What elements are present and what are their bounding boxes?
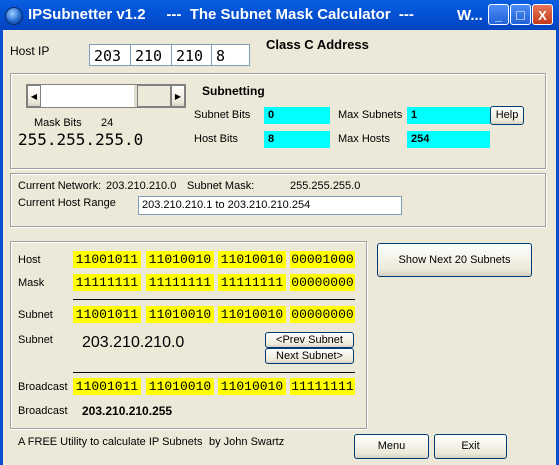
binary-broadcast-octet-1: 11001011 <box>73 378 141 395</box>
binary-host-octet-2: 11010010 <box>146 251 214 268</box>
window-title-truncated: W... <box>457 7 483 24</box>
help-button[interactable]: Help <box>490 106 524 125</box>
binary-subnet-label: Subnet <box>18 309 53 321</box>
footer-text: A FREE Utility to calculate IP Subnets <box>18 436 203 448</box>
menu-button[interactable]: Menu <box>354 434 429 459</box>
binary-mask-octet-2: 11111111 <box>146 274 214 291</box>
broadcast-decimal-label: Broadcast <box>18 405 68 417</box>
binary-subnet-octet-2: 11010010 <box>146 306 214 323</box>
exit-button[interactable]: Exit <box>434 434 507 459</box>
slider-left-arrow[interactable]: ◀ <box>27 85 41 107</box>
subnet-decimal-label: Subnet <box>18 334 53 346</box>
binary-host-octet-4: 00001000 <box>290 251 355 268</box>
binary-subnet-octet-4: 00000000 <box>290 306 355 323</box>
app-globe-icon[interactable] <box>5 7 23 25</box>
slider-track <box>41 85 134 107</box>
binary-mask-octet-4: 00000000 <box>290 274 355 291</box>
current-network-label: Current Network: <box>18 180 102 192</box>
separator-line-2 <box>73 372 355 373</box>
host-bits-value: 8 <box>264 131 330 148</box>
binary-broadcast-octet-4: 11111111 <box>290 378 355 395</box>
binary-host-octet-1: 11001011 <box>73 251 141 268</box>
host-ip-octet-3[interactable]: 210 <box>171 44 211 66</box>
close-button[interactable]: X <box>532 4 553 25</box>
binary-mask-octet-1: 11111111 <box>73 274 141 291</box>
host-bits-label: Host Bits <box>194 133 239 145</box>
binary-subnet-octet-1: 11001011 <box>73 306 141 323</box>
prev-subnet-button[interactable]: <Prev Subnet <box>265 332 354 348</box>
max-hosts-value: 254 <box>407 131 490 148</box>
binary-broadcast-octet-2: 11010010 <box>146 378 214 395</box>
subnet-bits-value: 0 <box>264 107 330 124</box>
current-network-value: 203.210.210.0 <box>106 180 177 192</box>
host-ip-octet-4[interactable]: 8 <box>211 44 250 66</box>
binary-host-label: Host <box>18 254 41 266</box>
binary-subnet-octet-3: 11010010 <box>218 306 286 323</box>
binary-host-octet-3: 11010010 <box>218 251 286 268</box>
slider-right-arrow[interactable]: ▶ <box>171 85 185 107</box>
max-subnets-label: Max Subnets <box>338 109 403 121</box>
binary-mask-label: Mask <box>18 277 45 289</box>
host-ip-octet-1[interactable]: 203 <box>89 44 130 66</box>
mask-bits-value: 24 <box>101 117 114 129</box>
separator-line-1 <box>73 299 355 300</box>
window-frame-left <box>0 30 3 465</box>
slider-thumb[interactable] <box>137 85 171 107</box>
subnet-bits-label: Subnet Bits <box>194 109 251 121</box>
mask-bits-label: Mask Bits <box>34 117 82 129</box>
binary-broadcast-label: Broadcast <box>18 381 68 393</box>
maximize-button[interactable]: □ <box>510 4 531 25</box>
footer-author: by John Swartz <box>209 436 285 448</box>
ip-class-label: Class C Address <box>266 37 369 52</box>
show-next-20-subnets-button[interactable]: Show Next 20 Subnets <box>377 243 532 277</box>
host-range-field[interactable]: 203.210.210.1 to 203.210.210.254 <box>138 196 402 215</box>
binary-broadcast-octet-3: 11010010 <box>218 378 286 395</box>
subnet-decimal-value: 203.210.210.0 <box>82 334 185 351</box>
mask-decimal: 255.255.255.0 <box>18 130 144 149</box>
host-ip-octet-2[interactable]: 210 <box>130 44 171 66</box>
max-hosts-label: Max Hosts <box>338 133 390 145</box>
binary-mask-octet-3: 11111111 <box>218 274 286 291</box>
subnet-mask-label: Subnet Mask: <box>187 180 255 192</box>
subnetting-title: Subnetting <box>202 84 265 98</box>
broadcast-decimal-value: 203.210.210.255 <box>82 404 173 418</box>
max-subnets-value: 1 <box>407 107 490 124</box>
host-ip-label: Host IP <box>10 44 50 58</box>
minimize-button[interactable]: _ <box>488 4 509 25</box>
host-range-label: Current Host Range <box>18 197 116 209</box>
window-title: IPSubnetter v1.2 --- The Subnet Mask Cal… <box>28 6 414 23</box>
subnet-mask-value: 255.255.255.0 <box>290 180 361 192</box>
next-subnet-button[interactable]: Next Subnet> <box>265 348 354 364</box>
